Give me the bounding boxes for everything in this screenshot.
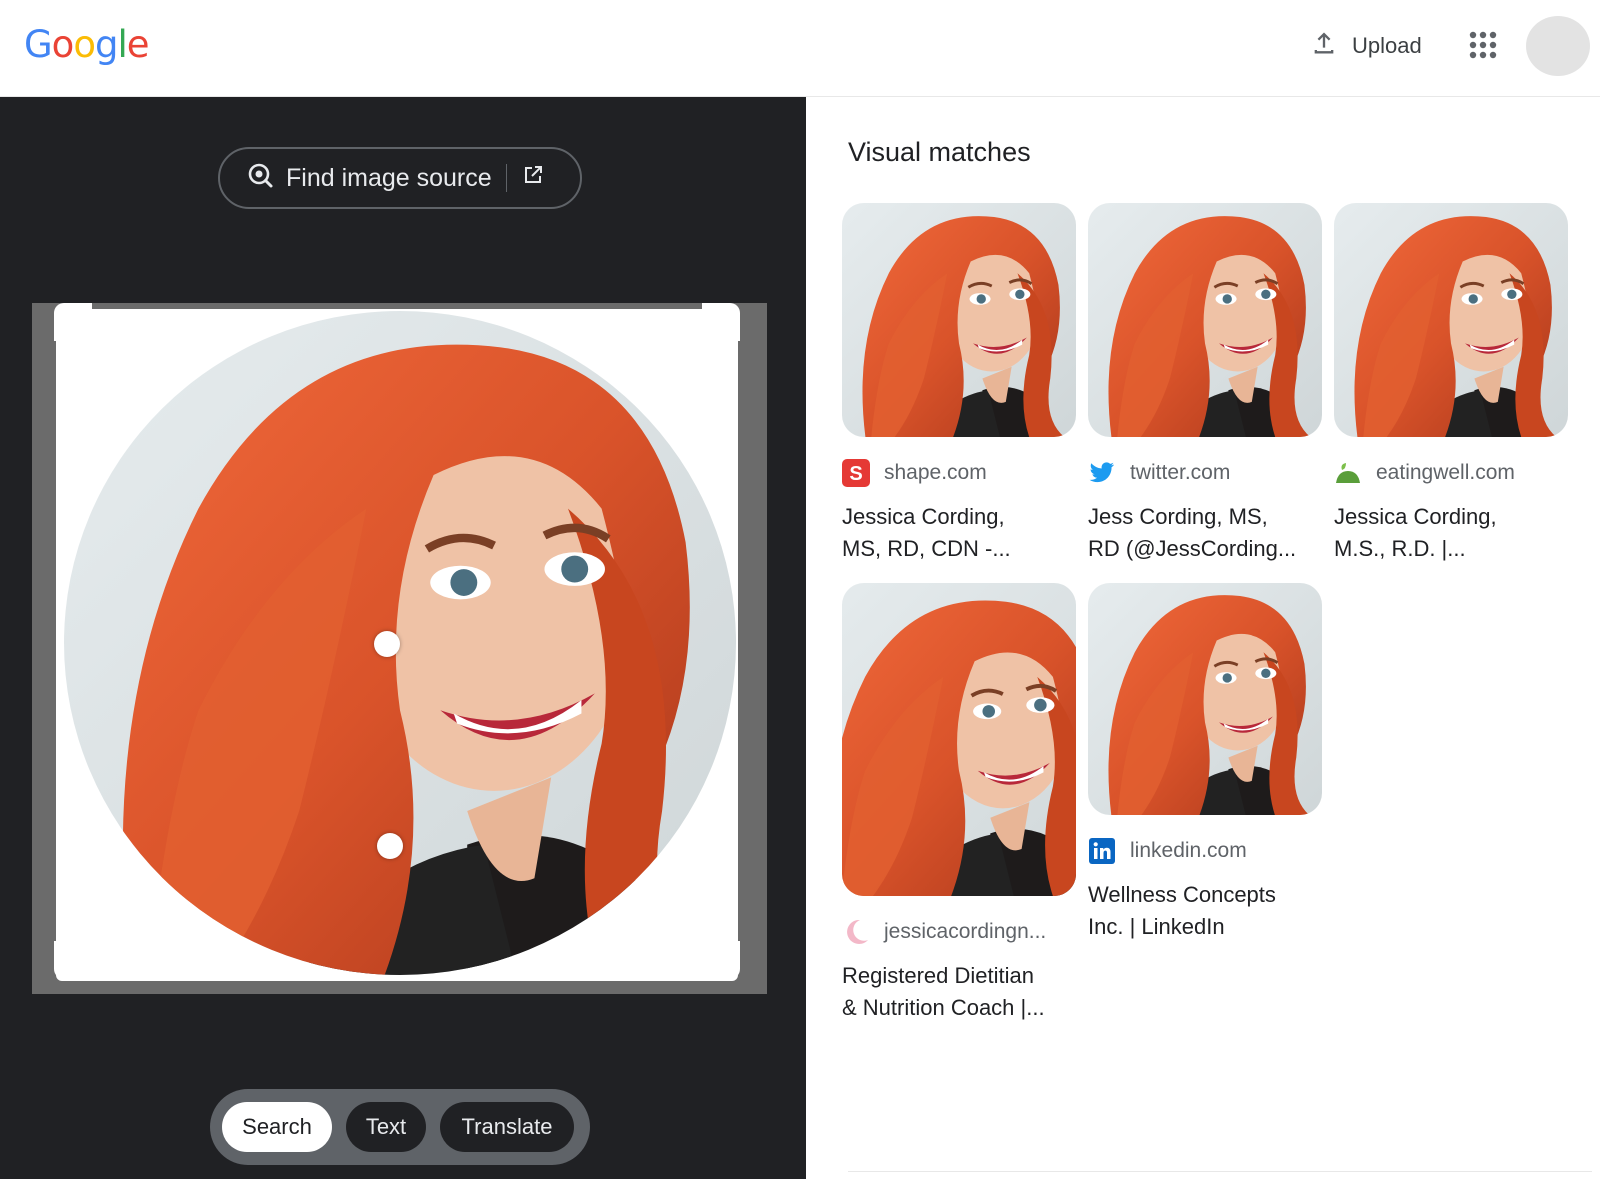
visual-match-card[interactable]: jessicacordingn... Registered Dietitian … <box>842 583 1076 1024</box>
divider <box>505 164 507 192</box>
lens-search-icon <box>246 161 274 196</box>
match-site-name: twitter.com <box>1130 461 1231 484</box>
mode-translate-button[interactable]: Translate <box>440 1102 574 1152</box>
account-avatar[interactable] <box>1526 16 1590 76</box>
logo-letter: o <box>73 23 96 66</box>
match-title[interactable]: Wellness Concepts Inc. | LinkedIn <box>1088 879 1322 943</box>
mode-text-button[interactable]: Text <box>346 1102 426 1152</box>
visual-match-card[interactable]: eatingwell.com Jessica Cording, M.S., R.… <box>1334 203 1568 565</box>
match-title[interactable]: Jess Cording, MS, RD (@JessCording... <box>1088 501 1322 565</box>
crop-region[interactable] <box>32 303 767 994</box>
mode-switcher: Search Text Translate <box>210 1089 590 1165</box>
image-crop-panel: Find image source Search Text Translate <box>0 97 806 1179</box>
twitter-bird-icon <box>1088 459 1116 487</box>
match-source[interactable]: eatingwell.com <box>1334 459 1568 487</box>
match-source[interactable]: S shape.com <box>842 459 1076 487</box>
open-in-new-icon <box>521 163 545 194</box>
visual-matches-heading: Visual matches <box>848 137 1031 167</box>
logo-letter: g <box>94 23 118 66</box>
upload-label: Upload <box>1352 33 1422 58</box>
crop-handle-top-right[interactable] <box>702 303 740 341</box>
linkedin-favicon <box>1088 837 1116 865</box>
visual-match-card[interactable]: S shape.com Jessica Cording, MS, RD, CDN… <box>842 203 1076 565</box>
match-site-name: linkedin.com <box>1130 839 1247 862</box>
upload-button[interactable]: Upload <box>1310 26 1422 66</box>
results-panel: Visual matches S shape.com Jessica Cordi… <box>806 97 1600 1179</box>
match-site-name: shape.com <box>884 461 987 484</box>
shape-favicon: S <box>842 459 870 487</box>
match-source[interactable]: jessicacordingn... <box>842 918 1076 946</box>
svg-text:S: S <box>849 463 862 485</box>
crescent-favicon <box>842 918 870 946</box>
object-dot[interactable] <box>374 631 400 657</box>
mode-search-button[interactable]: Search <box>222 1102 332 1152</box>
match-site-name: jessicacordingn... <box>884 920 1047 943</box>
match-title[interactable]: Jessica Cording, MS, RD, CDN -... <box>842 501 1076 565</box>
match-source[interactable]: twitter.com <box>1088 459 1322 487</box>
match-thumbnail[interactable] <box>842 583 1076 896</box>
crop-handle-bottom-right[interactable] <box>702 941 740 979</box>
top-bar: Google Upload <box>0 0 1600 97</box>
visual-match-card[interactable]: twitter.com Jess Cording, MS, RD (@JessC… <box>1088 203 1322 565</box>
match-source[interactable]: linkedin.com <box>1088 837 1322 865</box>
match-thumbnail[interactable] <box>1088 203 1322 437</box>
crop-handle-top-left[interactable] <box>54 303 92 341</box>
crop-handle-bottom-left[interactable] <box>54 941 92 979</box>
find-image-source-button[interactable]: Find image source <box>218 147 582 209</box>
object-dot[interactable] <box>377 833 403 859</box>
eatingwell-favicon <box>1334 459 1362 487</box>
logo-letter: o <box>51 23 75 66</box>
apps-grid-icon[interactable] <box>1468 30 1498 60</box>
logo-letter: e <box>126 23 150 66</box>
find-image-source-label: Find image source <box>286 163 492 192</box>
upload-icon <box>1310 29 1338 63</box>
divider <box>848 1171 1592 1172</box>
match-thumbnail[interactable] <box>1334 203 1568 437</box>
visual-match-card[interactable]: linkedin.com Wellness Concepts Inc. | Li… <box>1088 583 1322 943</box>
match-title[interactable]: Registered Dietitian & Nutrition Coach |… <box>842 960 1076 1024</box>
match-thumbnail[interactable] <box>1088 583 1322 815</box>
match-title[interactable]: Jessica Cording, M.S., R.D. |... <box>1334 501 1568 565</box>
logo-letter: G <box>24 23 53 66</box>
logo-letter: l <box>117 23 127 66</box>
match-thumbnail[interactable] <box>842 203 1076 437</box>
google-logo[interactable]: Google <box>24 22 149 68</box>
match-site-name: eatingwell.com <box>1376 461 1515 484</box>
query-image <box>64 311 736 975</box>
